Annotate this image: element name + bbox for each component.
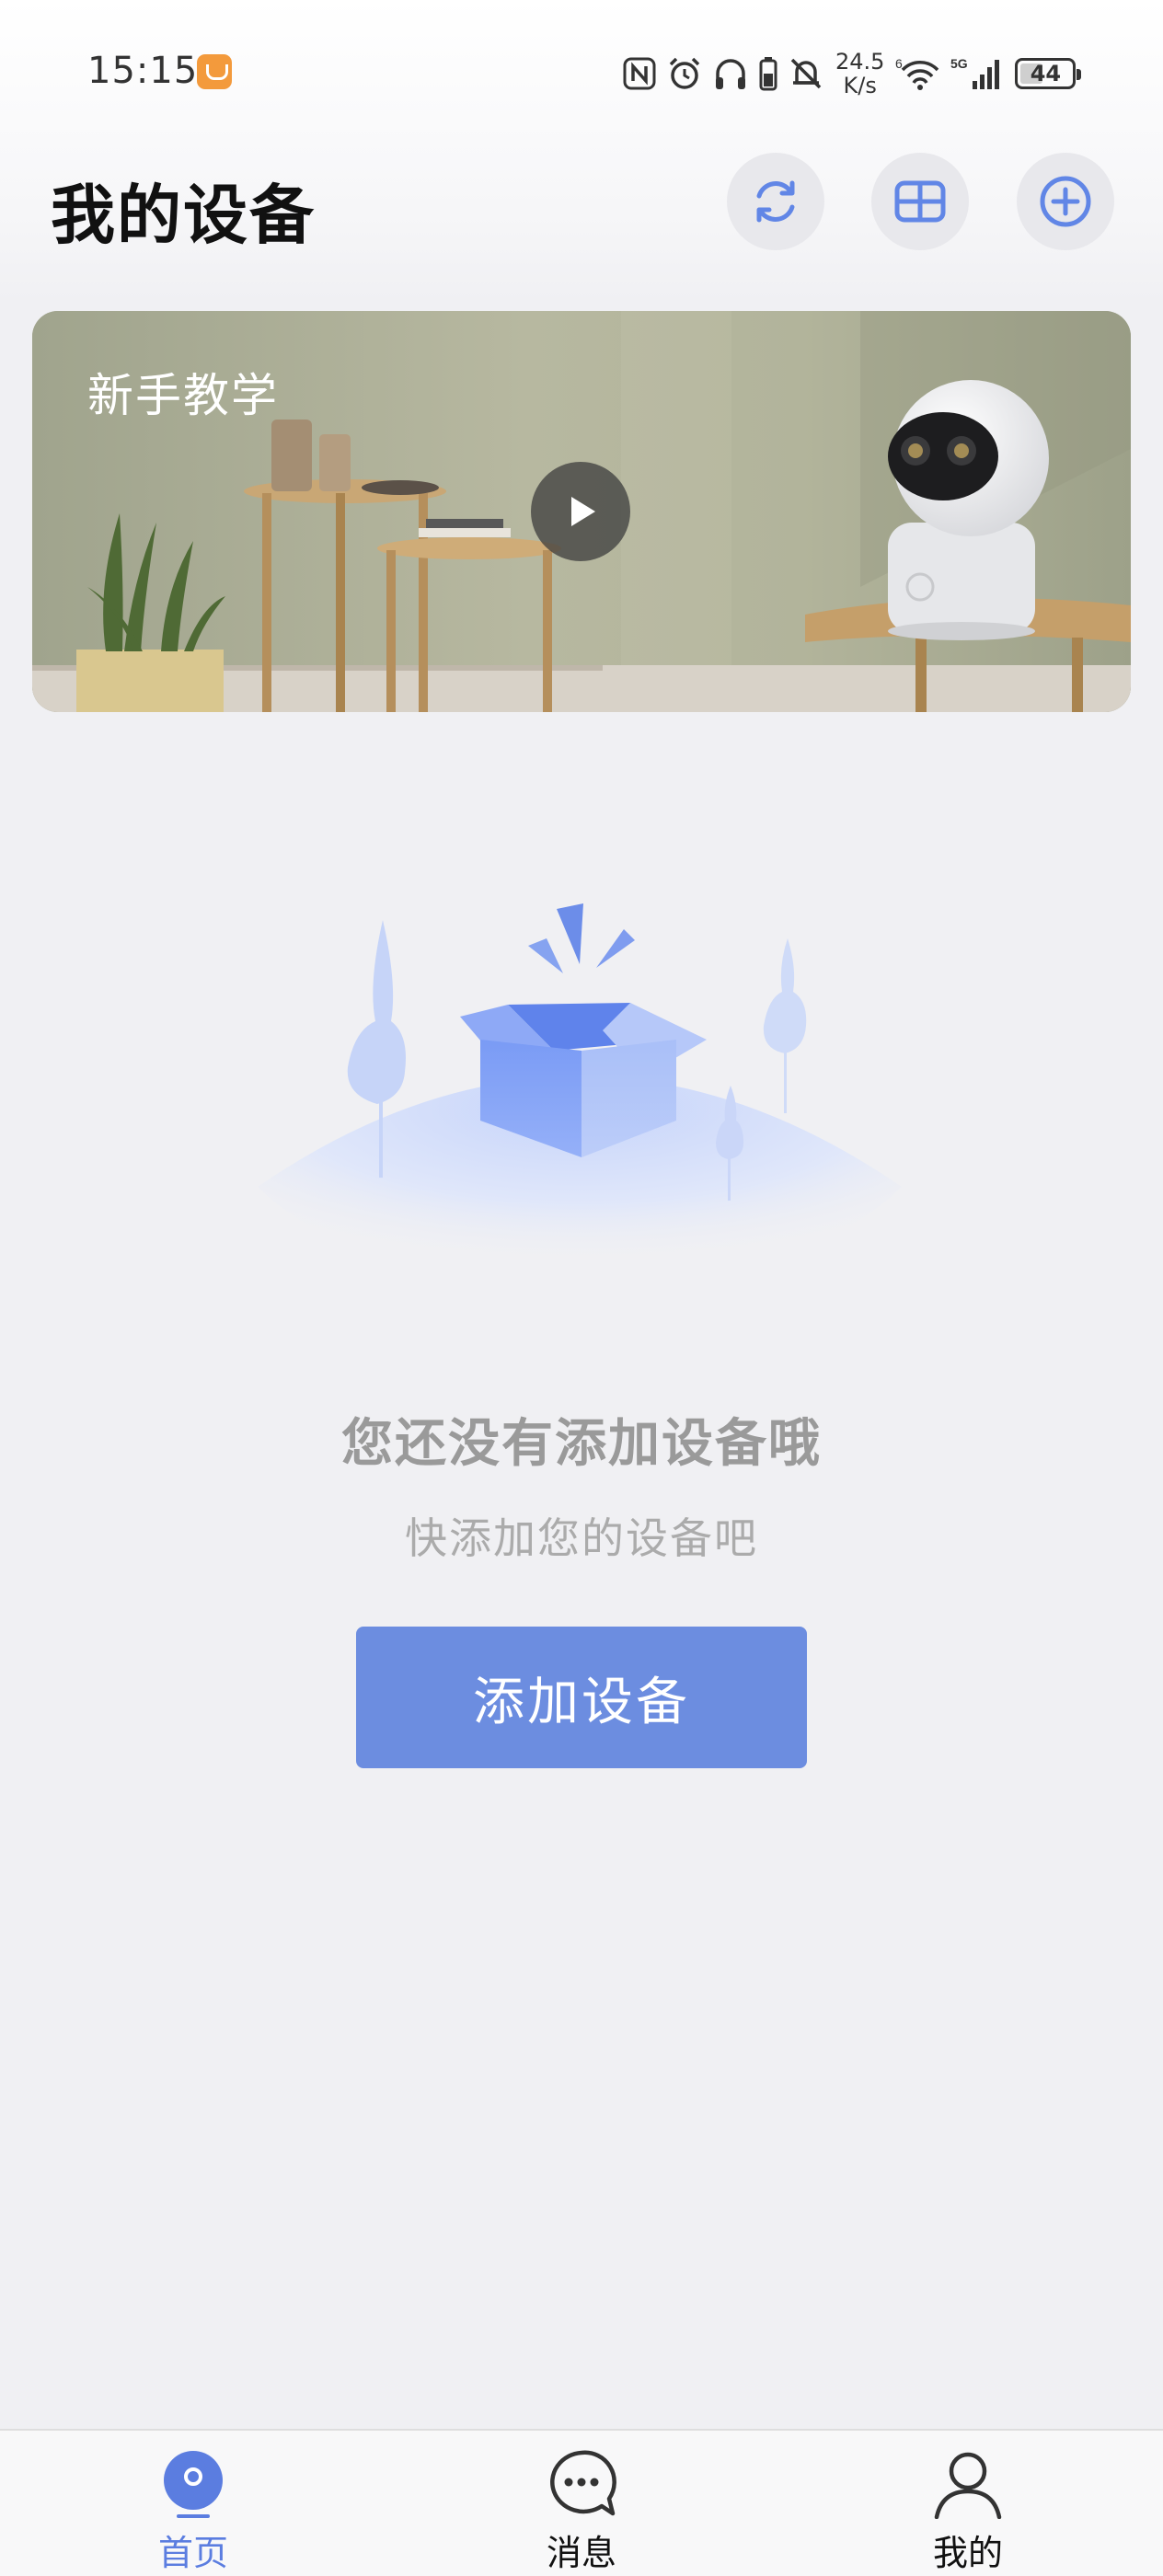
home-camera-icon	[164, 2451, 223, 2518]
cellular-signal-icon: 5G	[950, 56, 1000, 89]
battery-level: 44	[1030, 61, 1062, 86]
add-device-button[interactable]: 添加设备	[356, 1627, 807, 1768]
refresh-icon	[756, 180, 795, 223]
add-circle-icon	[1040, 176, 1091, 227]
network-speed: 24.5 K/s	[835, 50, 884, 98]
play-icon	[571, 497, 595, 526]
nav-item-profile[interactable]: 我的	[876, 2431, 1060, 2576]
nav-label-messages: 消息	[546, 2533, 616, 2573]
svg-text:6: 6	[895, 56, 903, 71]
nav-item-messages[interactable]: 消息	[489, 2431, 674, 2576]
nfc-icon	[623, 57, 656, 90]
network-speed-unit: K/s	[843, 73, 877, 98]
svg-text:5G: 5G	[950, 56, 968, 71]
status-icons: 24.5 K/s 6 5G 44	[622, 44, 1082, 103]
banner-title: 新手教学	[87, 369, 279, 422]
tutorial-banner[interactable]: 新手教学	[32, 311, 1131, 712]
battery-indicator: 44	[1015, 58, 1082, 89]
nav-item-home[interactable]: 首页	[101, 2431, 285, 2576]
mute-bell-icon	[790, 58, 822, 89]
bottom-nav: 首页 消息 我的	[0, 2429, 1163, 2576]
wifi-icon: 6	[895, 56, 939, 90]
status-time: 15:15	[87, 50, 199, 92]
alarm-icon	[669, 57, 700, 89]
refresh-button[interactable]	[727, 153, 824, 250]
user-icon	[934, 2452, 1002, 2519]
network-speed-value: 24.5	[835, 49, 885, 75]
empty-state-subtitle: 快添加您的设备吧	[405, 1513, 758, 1563]
device-battery-icon	[759, 57, 777, 91]
app-notification-icon	[197, 54, 232, 89]
play-button[interactable]	[531, 462, 630, 561]
page-title: 我的设备	[51, 178, 316, 253]
add-button[interactable]	[1017, 153, 1114, 250]
empty-box-illustration	[258, 903, 902, 1288]
grid-view-button[interactable]	[871, 153, 969, 250]
nav-label-profile: 我的	[932, 2533, 1003, 2573]
status-bar: 15:15 24.5 K/s 6 5G 44	[0, 37, 1163, 110]
empty-state-title: 您还没有添加设备哦	[341, 1414, 822, 1474]
grid-view-icon	[894, 180, 946, 223]
headphones-icon	[716, 59, 745, 89]
message-bubble-icon	[550, 2450, 616, 2516]
nav-label-home: 首页	[157, 2533, 228, 2573]
